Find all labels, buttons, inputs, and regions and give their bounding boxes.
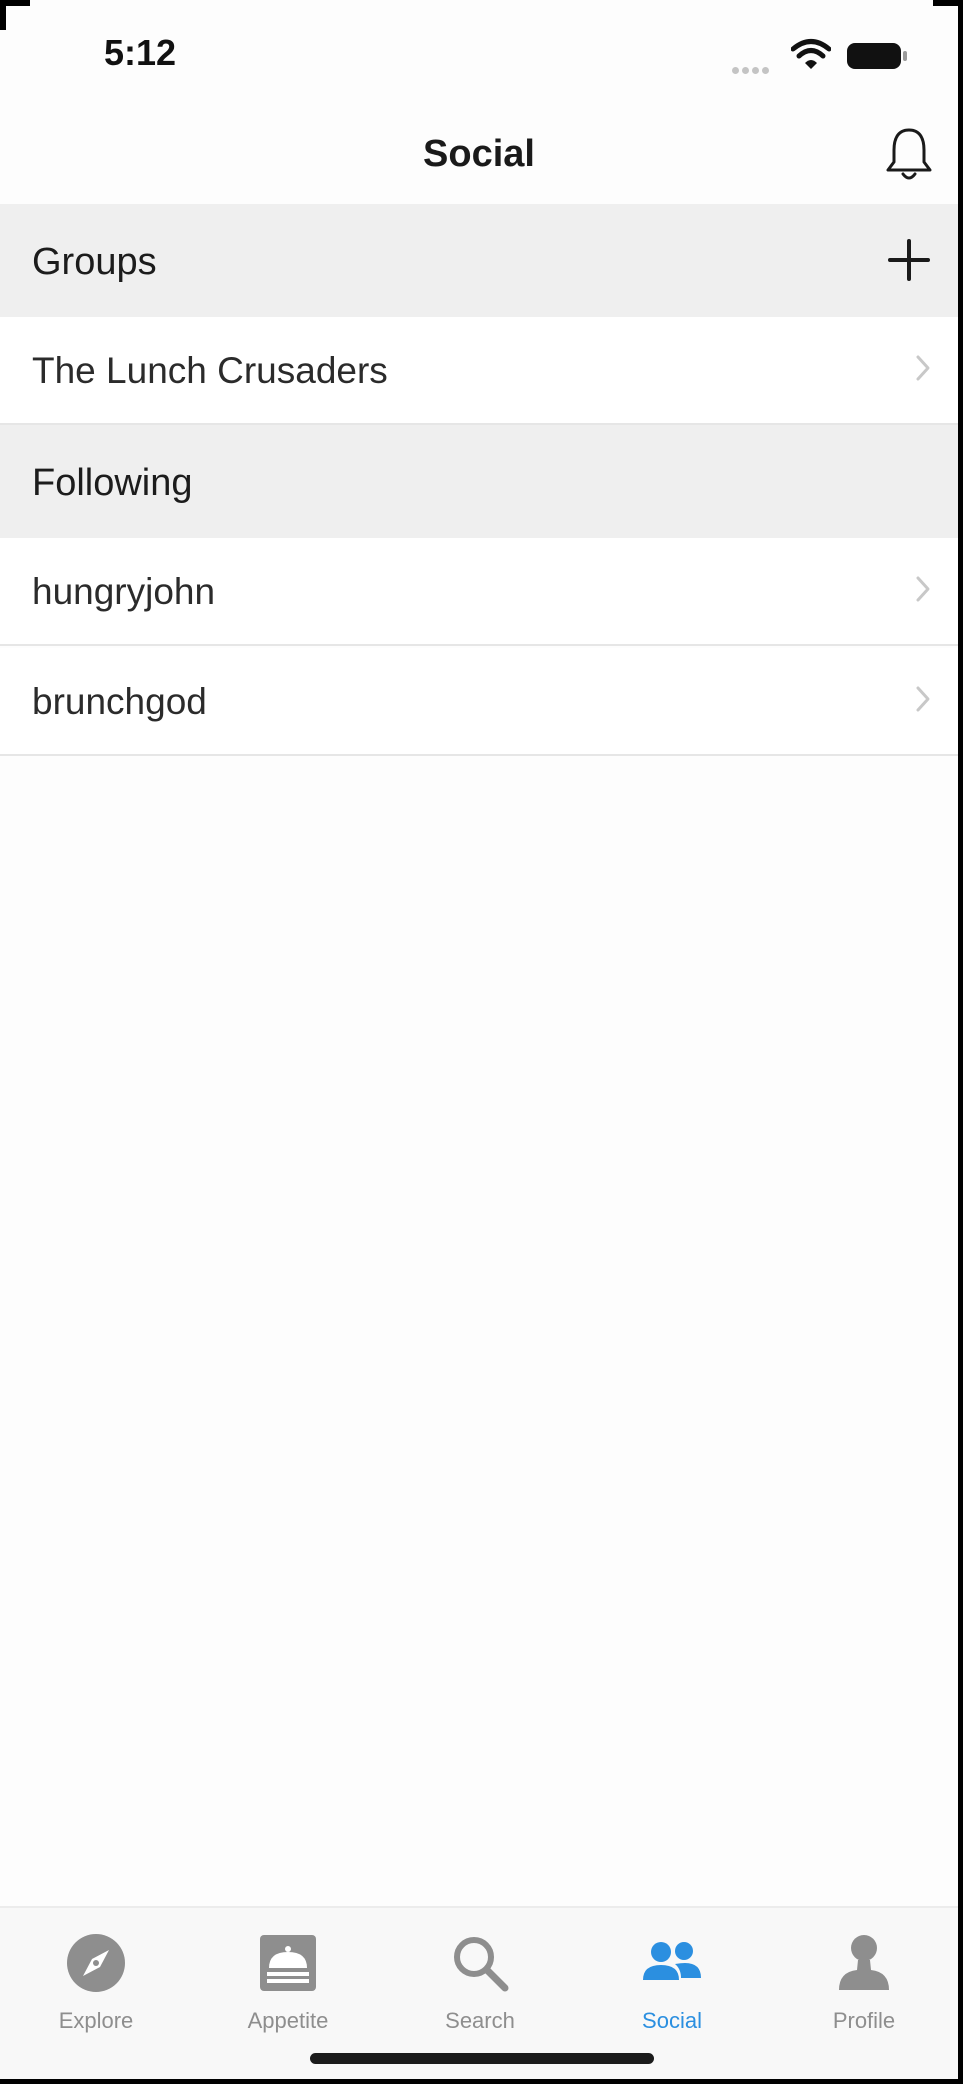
plus-icon[interactable] — [886, 237, 932, 283]
tab-search[interactable]: Search — [384, 1918, 576, 2038]
tab-label: Explore — [58, 2008, 134, 2033]
username: brunchgod — [32, 681, 207, 722]
tab-label: Search — [445, 2008, 515, 2033]
cloche-icon — [260, 1935, 316, 1991]
social-screen: 5:12 Social Groups The Lunch Crusaders F… — [0, 0, 958, 2079]
chevron-right-icon — [916, 576, 930, 602]
tab-explore[interactable]: Explore — [0, 1918, 192, 2038]
username: hungryjohn — [32, 571, 216, 612]
battery-icon — [847, 43, 907, 69]
tab-appetite[interactable]: Appetite — [192, 1918, 384, 2038]
wifi-icon — [791, 39, 831, 69]
group-name: The Lunch Crusaders — [32, 350, 388, 391]
person-icon — [839, 1935, 889, 1990]
cellular-signal-icon — [732, 61, 772, 79]
compass-icon — [67, 1934, 125, 1992]
chevron-right-icon — [916, 686, 930, 712]
bell-icon[interactable] — [884, 126, 934, 184]
tab-label: Social — [642, 2008, 702, 2033]
status-bar: 5:12 — [0, 0, 958, 100]
page-title: Social — [423, 133, 535, 175]
tab-label: Profile — [832, 2008, 896, 2033]
following-section-header: Following — [0, 425, 958, 538]
chevron-right-icon — [916, 355, 930, 381]
groups-title: Groups — [32, 241, 157, 283]
following-title: Following — [32, 462, 193, 504]
tab-profile[interactable]: Profile — [768, 1918, 958, 2038]
following-row-brunchgod[interactable]: brunchgod — [0, 648, 958, 756]
people-icon — [643, 1942, 701, 1980]
frame-corner — [0, 0, 6, 30]
home-indicator[interactable] — [310, 2053, 654, 2064]
tab-social[interactable]: Social — [576, 1918, 768, 2038]
groups-section-header: Groups — [0, 204, 958, 317]
search-icon — [454, 1937, 509, 1992]
status-time: 5:12 — [104, 32, 177, 73]
frame-corner — [933, 0, 963, 6]
navigation-bar: Social — [0, 100, 958, 204]
group-row-the-lunch-crusaders[interactable]: The Lunch Crusaders — [0, 317, 958, 425]
tab-label: Appetite — [247, 2008, 329, 2033]
following-row-hungryjohn[interactable]: hungryjohn — [0, 538, 958, 646]
